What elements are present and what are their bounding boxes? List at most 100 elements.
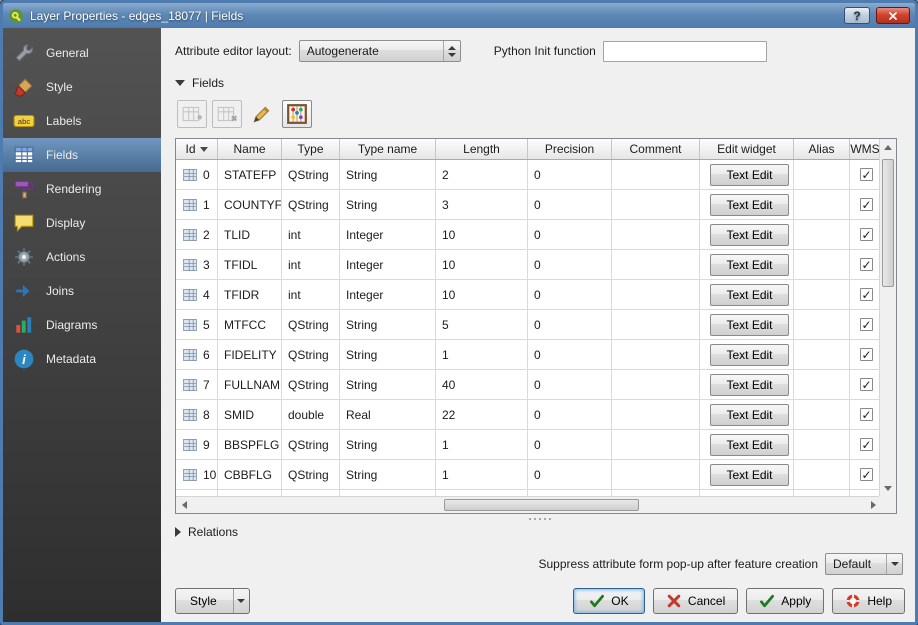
- cell-edit_widget: Text Edit: [700, 280, 794, 310]
- column-header-comment[interactable]: Comment: [612, 139, 700, 159]
- cell-name: MTFCC: [218, 310, 282, 340]
- wms-checkbox[interactable]: ✓: [860, 378, 873, 391]
- sidebar-item-display[interactable]: Display: [3, 206, 161, 240]
- new-column-button[interactable]: [177, 100, 207, 128]
- table-row[interactable]: 9BBSPFLGQStringString10Text Edit✓: [176, 430, 881, 460]
- wms-checkbox[interactable]: ✓: [860, 348, 873, 361]
- wms-checkbox[interactable]: ✓: [860, 468, 873, 481]
- cell-value: 0: [534, 198, 541, 212]
- column-header-wms[interactable]: WMS: [850, 139, 881, 159]
- cell-type_name: Integer: [340, 250, 436, 280]
- fields-section-title: Fields: [192, 76, 224, 90]
- relations-expander[interactable]: Relations: [175, 525, 905, 539]
- edit-widget-button[interactable]: Text Edit: [710, 314, 789, 336]
- window-close-button[interactable]: [876, 7, 910, 24]
- edit-widget-button[interactable]: Text Edit: [710, 284, 789, 306]
- column-header-type-name[interactable]: Type name: [340, 139, 436, 159]
- sidebar-item-diagrams[interactable]: Diagrams: [3, 308, 161, 342]
- suppress-select[interactable]: Default: [825, 553, 903, 575]
- style-menu-button[interactable]: Style: [175, 588, 250, 614]
- wms-checkbox[interactable]: ✓: [860, 318, 873, 331]
- edit-widget-button[interactable]: Text Edit: [710, 434, 789, 456]
- table-row[interactable]: 4TFIDRintInteger100Text Edit✓: [176, 280, 881, 310]
- field-calculator-button[interactable]: [282, 100, 312, 128]
- spinner-arrows-icon[interactable]: [443, 41, 460, 61]
- sidebar-item-joins[interactable]: Joins: [3, 274, 161, 308]
- cell-length: 1: [436, 430, 528, 460]
- wms-checkbox[interactable]: ✓: [860, 438, 873, 451]
- table-row[interactable]: 10CBBFLGQStringString10Text Edit✓: [176, 460, 881, 490]
- wms-checkbox[interactable]: ✓: [860, 258, 873, 271]
- cancel-button[interactable]: Cancel: [653, 588, 738, 614]
- wms-checkbox[interactable]: ✓: [860, 228, 873, 241]
- paint-roller-icon: [13, 178, 35, 200]
- table-row[interactable]: 5MTFCCQStringString50Text Edit✓: [176, 310, 881, 340]
- attribute-editor-layout-select[interactable]: Autogenerate: [299, 40, 461, 62]
- table-row[interactable]: 8SMIDdoubleReal220Text Edit✓: [176, 400, 881, 430]
- scroll-down-button[interactable]: [880, 480, 896, 496]
- delete-column-button[interactable]: [212, 100, 242, 128]
- cell-length: 10: [436, 280, 528, 310]
- python-init-input[interactable]: [603, 41, 767, 62]
- dialog-button-row: Style OK Cancel: [175, 580, 905, 614]
- cell-id-value: 0: [203, 168, 210, 182]
- sidebar-item-fields[interactable]: Fields: [3, 138, 161, 172]
- sidebar-item-metadata[interactable]: iMetadata: [3, 342, 161, 376]
- column-header-edit-widget[interactable]: Edit widget: [700, 139, 794, 159]
- help-button[interactable]: Help: [832, 588, 905, 614]
- column-header-precision[interactable]: Precision: [528, 139, 612, 159]
- toggle-editing-button[interactable]: [247, 100, 277, 128]
- edit-widget-button[interactable]: Text Edit: [710, 344, 789, 366]
- sidebar-item-rendering[interactable]: Rendering: [3, 172, 161, 206]
- edit-widget-button[interactable]: Text Edit: [710, 254, 789, 276]
- sidebar-item-actions[interactable]: Actions: [3, 240, 161, 274]
- column-header-type[interactable]: Type: [282, 139, 340, 159]
- wms-checkbox[interactable]: ✓: [860, 168, 873, 181]
- column-header-name[interactable]: Name: [218, 139, 282, 159]
- table-row[interactable]: 1COUNTYFPQStringString30Text Edit✓: [176, 190, 881, 220]
- cell-value: int: [288, 258, 301, 272]
- column-header-alias[interactable]: Alias: [794, 139, 850, 159]
- wms-checkbox[interactable]: ✓: [860, 408, 873, 421]
- table-row[interactable]: 6FIDELITYQStringString10Text Edit✓: [176, 340, 881, 370]
- apply-button[interactable]: Apply: [746, 588, 824, 614]
- edit-widget-button[interactable]: Text Edit: [710, 164, 789, 186]
- sidebar-item-labels[interactable]: abcLabels: [3, 104, 161, 138]
- column-header-length[interactable]: Length: [436, 139, 528, 159]
- cell-wms: ✓: [850, 400, 881, 430]
- column-header-id[interactable]: Id: [176, 139, 218, 159]
- vertical-scrollbar[interactable]: [879, 139, 896, 496]
- horizontal-scrollbar[interactable]: [176, 496, 881, 513]
- vertical-scroll-thumb[interactable]: [882, 159, 894, 287]
- horizontal-scroll-thumb[interactable]: [444, 499, 639, 511]
- edit-widget-button[interactable]: Text Edit: [710, 224, 789, 246]
- sidebar-item-style[interactable]: Style: [3, 70, 161, 104]
- splitter-handle[interactable]: [175, 514, 905, 523]
- window-title: Layer Properties - edges_18077 | Fields: [30, 9, 838, 23]
- cell-precision: 0: [528, 220, 612, 250]
- edit-widget-button[interactable]: Text Edit: [710, 464, 789, 486]
- scroll-up-button[interactable]: [880, 139, 896, 155]
- abc-label-icon: abc: [13, 110, 35, 132]
- cell-name: TFIDL: [218, 250, 282, 280]
- table-row[interactable]: 3TFIDLintInteger100Text Edit✓: [176, 250, 881, 280]
- edit-widget-button[interactable]: Text Edit: [710, 404, 789, 426]
- sidebar-item-general[interactable]: General: [3, 36, 161, 70]
- edit-widget-button[interactable]: Text Edit: [710, 374, 789, 396]
- chevron-down-icon: [233, 589, 249, 613]
- fields-expander[interactable]: Fields: [175, 76, 905, 90]
- table-row[interactable]: 2TLIDintInteger100Text Edit✓: [176, 220, 881, 250]
- cell-wms: ✓: [850, 190, 881, 220]
- scroll-left-button[interactable]: [176, 497, 192, 513]
- ok-button[interactable]: OK: [573, 588, 645, 614]
- window-help-button[interactable]: ?: [844, 7, 870, 24]
- wms-checkbox[interactable]: ✓: [860, 288, 873, 301]
- attribute-icon: [182, 377, 198, 393]
- wms-checkbox[interactable]: ✓: [860, 198, 873, 211]
- relations-section-title: Relations: [188, 525, 238, 539]
- table-row[interactable]: 0STATEFPQStringString20Text Edit✓: [176, 160, 881, 190]
- cell-alias: [794, 250, 850, 280]
- column-header-label: Alias: [808, 142, 834, 156]
- table-row[interactable]: 7FULLNAMEQStringString400Text Edit✓: [176, 370, 881, 400]
- edit-widget-button[interactable]: Text Edit: [710, 194, 789, 216]
